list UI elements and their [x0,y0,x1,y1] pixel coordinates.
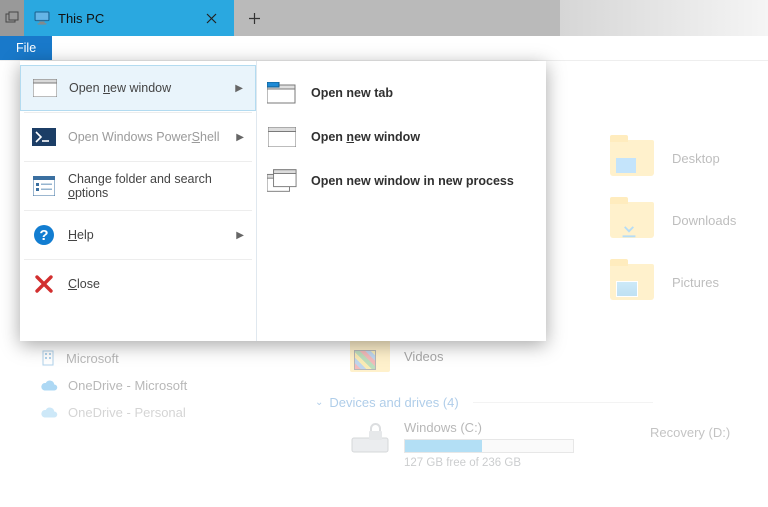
menu-open-new-window[interactable]: Open new window ▶ [20,65,256,111]
folder-icon [610,202,654,238]
svg-text:?: ? [39,227,48,244]
drive-c[interactable]: Windows (C:) 127 GB free of 236 GB [350,420,574,469]
submenu-open-new-window-process[interactable]: Open new window in new process [261,159,542,203]
submenu-label: Open new window [311,130,420,144]
cascade-windows-icon [5,11,19,25]
menu-label: Close [68,277,100,291]
submenu-open-new-tab[interactable]: Open new tab [261,71,542,115]
sidebar-label: Microsoft [66,351,119,366]
options-icon [32,174,56,198]
folder-label: Downloads [672,213,736,228]
window-menu-button[interactable] [0,0,24,36]
file-menu-button[interactable]: File [0,36,52,60]
folder-icon [610,140,654,176]
menu-label: Help [68,228,94,242]
folder-pictures[interactable]: Pictures [610,264,736,300]
folder-label: Pictures [672,275,719,290]
file-menu-label: File [16,41,36,55]
sidebar-item-onedrive-personal[interactable]: OneDrive - Personal [40,405,187,420]
menu-label: Change folder and search options [68,172,244,200]
chevron-right-icon: ▶ [236,230,244,241]
plus-icon [248,12,261,25]
window-tab-icon [267,82,297,104]
this-pc-icon [34,11,50,25]
menu-help[interactable]: ? Help ▶ [20,212,256,258]
drive-recovery[interactable]: Recovery (D:) [650,425,730,440]
chevron-right-icon: ▶ [236,132,244,143]
building-icon [40,350,56,366]
window-icon [267,126,297,148]
sidebar-label: OneDrive - Microsoft [68,378,187,393]
folder-icon [350,340,390,372]
menu-label: Open new window [69,81,171,95]
close-icon [32,272,56,296]
drive-capacity-bar [404,439,574,453]
sidebar-item-onedrive-ms[interactable]: OneDrive - Microsoft [40,378,187,393]
folder-label: Videos [404,349,444,364]
window-icon [33,76,57,100]
folder-downloads[interactable]: Downloads [610,202,736,238]
powershell-icon [32,125,56,149]
drive-icon [350,420,390,454]
sidebar-label: OneDrive - Personal [68,405,186,420]
folder-icon [610,264,654,300]
nav-sidebar: Microsoft OneDrive - Microsoft OneDrive … [40,350,187,420]
folder-desktop[interactable]: Desktop [610,140,736,176]
folder-label: Desktop [672,151,720,166]
menu-close[interactable]: Close [20,261,256,307]
cascade-windows-icon [267,170,297,192]
file-menu-dropdown: Open new window ▶ Open Windows PowerShel… [20,61,546,341]
menu-open-powershell[interactable]: Open Windows PowerShell ▶ [20,114,256,160]
tab-close-button[interactable] [198,5,224,31]
submenu-label: Open new tab [311,86,393,100]
menu-folder-options[interactable]: Change folder and search options [20,163,256,209]
folder-videos[interactable]: Videos [350,340,444,372]
devices-header[interactable]: ⌄ Devices and drives (4) [315,395,653,410]
folders-right-column: Desktop Downloads Pictures [610,140,736,300]
cloud-icon [40,380,58,392]
submenu-label: Open new window in new process [311,174,514,188]
help-icon: ? [32,223,56,247]
close-icon [206,13,217,24]
chevron-right-icon: ▶ [235,83,243,94]
submenu-open-new-window[interactable]: Open new window [261,115,542,159]
cloud-icon [40,407,58,419]
sidebar-item-microsoft[interactable]: Microsoft [40,350,187,366]
drive-name: Recovery (D:) [650,425,730,440]
drive-status: 127 GB free of 236 GB [404,457,574,469]
devices-label: Devices and drives (4) [329,395,458,410]
menu-label: Open Windows PowerShell [68,130,219,144]
new-tab-button[interactable] [234,0,274,36]
download-arrow-icon [618,218,640,240]
tab-this-pc[interactable]: This PC [24,0,234,36]
drive-name: Windows (C:) [404,420,574,435]
tab-title: This PC [58,11,104,26]
